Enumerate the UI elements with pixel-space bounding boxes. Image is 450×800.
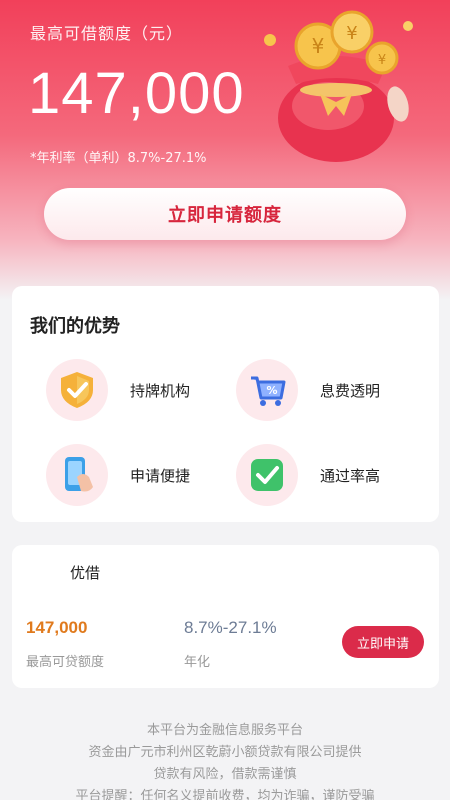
product-name: 优借 [70, 564, 101, 582]
annual-rate-range: 8.7%-27.1% [184, 618, 277, 637]
footer-disclaimer: 本平台为金融信息服务平台 资金由广元市利州区乾蔚小额贷款有限公司提供 贷款有风险… [0, 720, 450, 800]
advantage-label: 申请便捷 [130, 466, 191, 485]
phone-hand-icon [46, 444, 108, 506]
apply-now-button[interactable]: 立即申请 [342, 626, 424, 658]
apply-credit-button[interactable]: 立即申请额度 [44, 188, 406, 240]
footer-line: 本平台为金融信息服务平台 [146, 723, 303, 738]
svg-text:¥: ¥ [312, 34, 325, 58]
advantage-convenient: 申请便捷 [46, 444, 190, 506]
credit-limit-title: 最高可借额度（元） [30, 24, 184, 43]
svg-text:¥: ¥ [346, 23, 357, 44]
advantage-label: 通过率高 [320, 466, 381, 485]
advantage-transparent-fees: % 息费透明 [236, 359, 380, 421]
advantages-title: 我们的优势 [30, 316, 120, 337]
advantage-label: 持牌机构 [130, 381, 191, 400]
footer-line: 资金由广元市利州区乾蔚小额贷款有限公司提供 [88, 745, 362, 760]
shield-icon [46, 359, 108, 421]
annual-rate-text: *年利率（单利）8.7%-27.1% [30, 151, 207, 166]
footer-line: 平台提醒：任何名义提前收费，均为诈骗，谨防受骗 [75, 789, 375, 800]
footer-line: 贷款有风险，借款需谨慎 [153, 767, 297, 782]
annual-rate-label: 年化 [184, 655, 211, 670]
loan-product-card[interactable]: 优借 147,000 最高可贷额度 8.7%-27.1% 年化 立即申请 [12, 545, 439, 688]
advantages-card: 我们的优势 持牌机构 % 息费透明 申请便捷 通过率高 [12, 286, 439, 522]
credit-limit-amount: 147,000 [28, 61, 245, 126]
percent-cart-icon: % [236, 359, 298, 421]
max-loan-amount-label: 最高可贷额度 [26, 655, 105, 670]
advantage-licensed: 持牌机构 [46, 359, 190, 421]
advantage-high-approval: 通过率高 [236, 444, 380, 506]
money-bag-icon: ¥ ¥ ¥ [264, 10, 413, 162]
check-icon [236, 444, 298, 506]
svg-text:¥: ¥ [378, 53, 386, 68]
advantage-label: 息费透明 [320, 381, 381, 400]
svg-text:%: % [266, 384, 277, 397]
max-loan-amount: 147,000 [26, 618, 88, 637]
